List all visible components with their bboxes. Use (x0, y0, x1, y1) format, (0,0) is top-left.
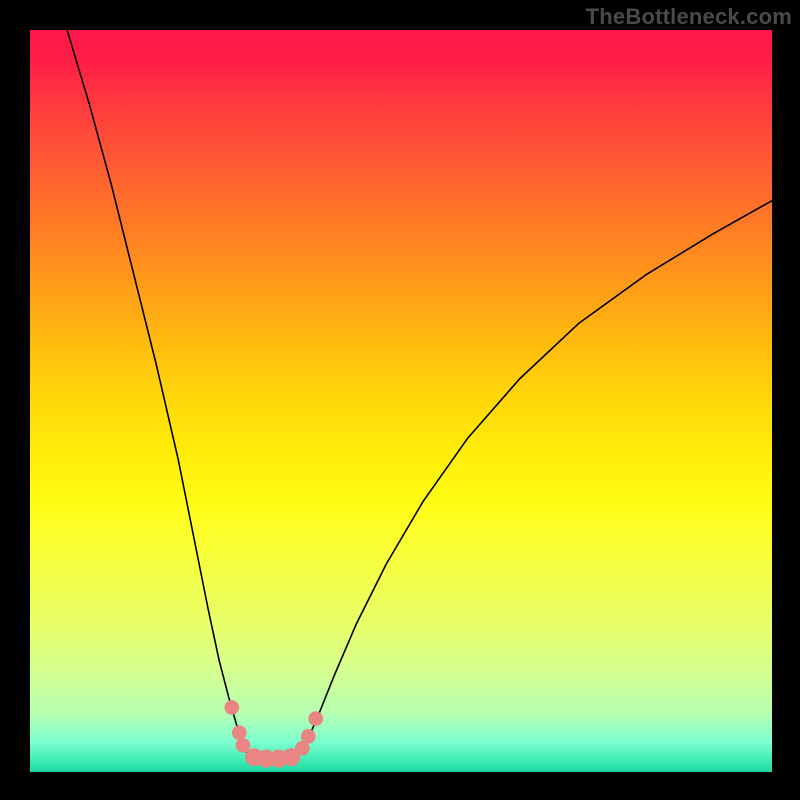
valley-markers (224, 700, 323, 768)
bottleneck-curve (67, 30, 772, 759)
curve-svg (30, 30, 772, 772)
plot-area (30, 30, 772, 772)
valley-marker (232, 725, 247, 740)
watermark-text: TheBottleneck.com (586, 4, 792, 30)
valley-marker (308, 711, 323, 726)
chart-frame: TheBottleneck.com (0, 0, 800, 800)
valley-marker (301, 729, 316, 744)
valley-marker (224, 700, 239, 715)
